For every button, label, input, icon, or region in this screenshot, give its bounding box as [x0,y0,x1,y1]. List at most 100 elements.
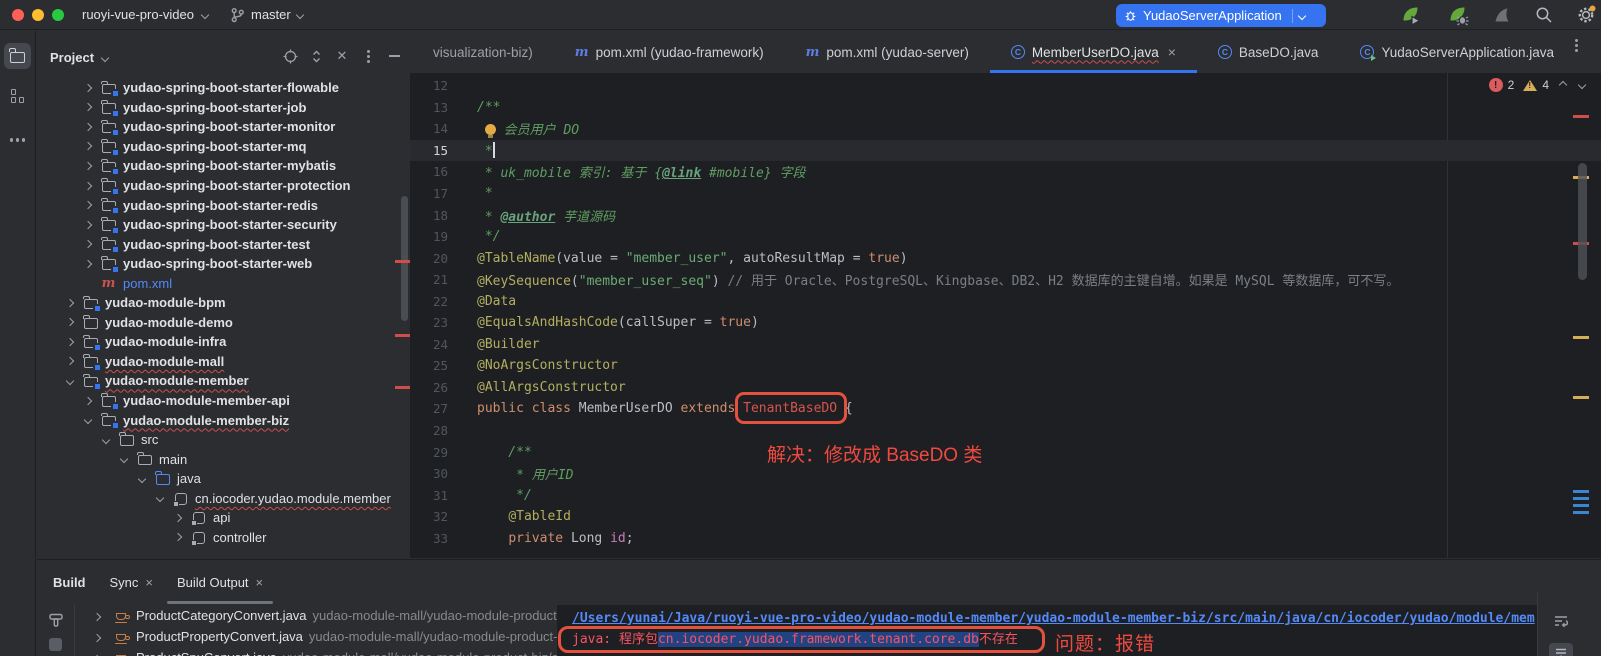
build-tab[interactable]: Sync× [98,560,166,604]
minimize-window-button[interactable] [32,9,44,21]
more-tool-windows-button[interactable] [4,127,31,153]
chevron-down-icon [101,53,109,61]
chevron-right-icon[interactable] [83,240,91,248]
chevron-right-icon[interactable] [83,259,91,267]
chevron-right-icon[interactable] [65,357,73,365]
soft-wrap-icon[interactable] [1549,610,1573,632]
chevron-right-icon[interactable] [83,103,91,111]
tree-item[interactable]: yudao-module-mall [37,352,410,372]
hide-panel-icon[interactable] [386,48,402,64]
chevron-down-icon[interactable] [65,377,73,385]
editor-tab[interactable]: mpom.xml (yudao-server) [785,31,990,73]
maximize-window-button[interactable] [52,9,64,21]
code-line: 31 */ [410,484,1601,506]
code-line: 16 * uk_mobile 索引: 基于 {@link #mobile} 字段 [410,161,1601,183]
chevron-right-icon[interactable] [83,123,91,131]
folder-icon [10,52,25,63]
tab-label: MemberUserDO.java [1032,45,1159,60]
search-icon[interactable] [1533,4,1555,26]
locate-file-icon[interactable] [282,48,298,64]
chevron-right-icon[interactable] [83,181,91,189]
close-tab-icon[interactable]: × [145,575,153,590]
tree-item[interactable]: yudao-spring-boot-starter-security [37,215,410,235]
branch-selector[interactable]: master [230,7,303,23]
chevron-right-icon[interactable] [173,533,181,541]
chevron-down-icon[interactable] [137,474,145,482]
title-bar: ruoyi-vue-pro-video master YudaoServerAp… [0,0,1601,30]
chevron-down-icon[interactable] [119,455,127,463]
close-tab-icon[interactable]: × [256,575,264,590]
chevron-right-icon[interactable] [65,299,73,307]
project-tool-window-button[interactable] [4,43,31,69]
inspections-widget[interactable]: ! 2 4 [1489,78,1585,92]
tree-item[interactable]: yudao-module-member-api [37,391,410,411]
run-button[interactable] [1400,4,1422,26]
next-issue-icon[interactable] [1578,81,1586,89]
chevron-right-icon[interactable] [83,162,91,170]
expand-collapse-icon[interactable] [308,48,324,64]
tree-item[interactable]: yudao-spring-boot-starter-monitor [37,117,410,137]
profiler-button[interactable] [1491,4,1513,26]
tree-item[interactable]: yudao-module-member [37,371,410,391]
structure-tool-window-button[interactable] [4,83,31,109]
chevron-down-icon[interactable] [101,435,109,443]
chevron-right-icon[interactable] [65,338,73,346]
tree-item[interactable]: yudao-spring-boot-starter-redis [37,195,410,215]
tree-item[interactable]: yudao-spring-boot-starter-flowable [37,78,410,98]
tree-item[interactable]: yudao-module-infra [37,332,410,352]
code-editor[interactable]: 1213/**14 会员用户 DO15 *16 * uk_mobile 索引: … [410,73,1601,558]
run-configuration-button[interactable]: YudaoServerApplication [1116,4,1326,27]
chevron-down-icon[interactable] [155,494,163,502]
chevron-right-icon[interactable] [83,84,91,92]
tree-item[interactable]: main [37,449,410,469]
chevron-down-icon[interactable] [83,416,91,424]
tree-item[interactable]: api [37,508,410,528]
stop-build-icon[interactable] [49,638,62,651]
intention-bulb-icon[interactable] [485,124,496,135]
chevron-right-icon[interactable] [83,220,91,228]
tree-item[interactable]: java [37,469,410,489]
scroll-to-end-icon[interactable] [1549,643,1573,656]
chevron-right-icon[interactable] [65,318,73,326]
chevron-right-icon[interactable] [173,514,181,522]
debug-button[interactable] [1447,4,1469,26]
tree-item[interactable]: yudao-module-bpm [37,293,410,313]
editor-tab[interactable]: CBaseDO.java [1197,31,1340,73]
tree-scrollbar[interactable] [401,196,408,321]
build-hammer-icon[interactable] [47,611,65,629]
close-tab-icon[interactable]: × [1168,44,1176,60]
tree-item[interactable]: yudao-spring-boot-starter-mybatis [37,156,410,176]
tree-item[interactable]: yudao-module-demo [37,313,410,333]
line-number: 16 [410,164,448,179]
chevron-right-icon[interactable] [93,613,101,621]
chevron-right-icon[interactable] [93,634,101,642]
editor-tab[interactable]: visualization-biz) [412,31,554,73]
tree-item[interactable]: yudao-spring-boot-starter-protection [37,176,410,196]
project-selector[interactable]: ruoyi-vue-pro-video [82,7,208,22]
editor-tab[interactable]: mpom.xml (yudao-framework) [554,31,785,73]
tree-item[interactable]: cn.iocoder.yudao.module.member [37,488,410,508]
prev-issue-icon[interactable] [1559,81,1567,89]
close-window-button[interactable] [12,9,24,21]
tree-item[interactable]: yudao-spring-boot-starter-test [37,234,410,254]
panel-options-icon[interactable] [360,48,376,64]
settings-gear-icon[interactable] [1575,4,1597,26]
chevron-right-icon[interactable] [83,201,91,209]
tree-item[interactable]: src [37,430,410,450]
build-tab[interactable]: Build Output× [165,560,275,604]
collapse-all-icon[interactable]: ✕ [334,48,350,64]
tree-item[interactable]: yudao-spring-boot-starter-mq [37,137,410,157]
chevron-right-icon[interactable] [83,396,91,404]
tree-item[interactable]: yudao-module-member-biz [37,410,410,430]
editor-tab[interactable]: CMemberUserDO.java× [990,31,1197,73]
tree-item[interactable]: controller [37,528,410,548]
chevron-right-icon[interactable] [83,142,91,150]
tab-options-icon[interactable] [1575,44,1578,47]
build-tab[interactable]: Build [41,560,98,604]
editor-tab[interactable]: CYudaoServerApplication.java [1339,31,1575,73]
tree-item[interactable]: mpom.xml [37,273,410,293]
editor-scrollbar[interactable] [1578,163,1587,280]
tool-window-stripe [0,31,36,656]
tree-item[interactable]: yudao-spring-boot-starter-job [37,98,410,118]
tree-item[interactable]: yudao-spring-boot-starter-web [37,254,410,274]
